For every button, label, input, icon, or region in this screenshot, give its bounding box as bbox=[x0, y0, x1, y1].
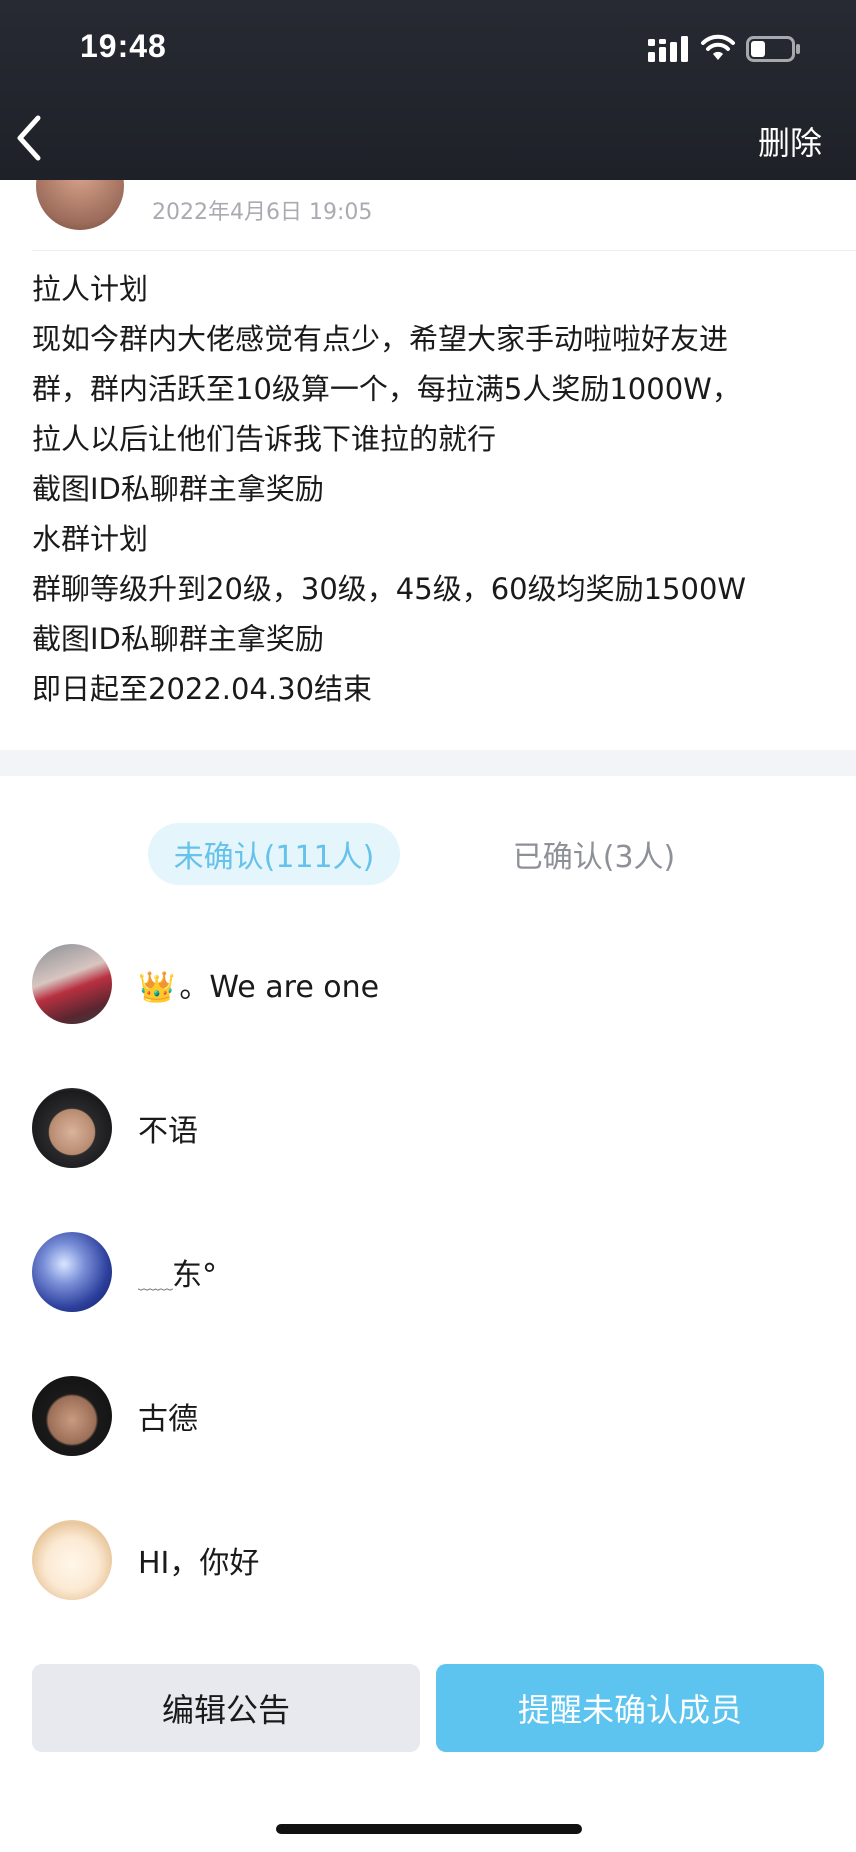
announcement-line: 拉人以后让他们告诉我下谁拉的就行 bbox=[32, 422, 497, 456]
author-avatar bbox=[36, 180, 124, 230]
avatar bbox=[32, 944, 112, 1024]
member-name: 👑 。We are one bbox=[138, 970, 380, 1005]
member-row[interactable]: 👑 。We are one bbox=[32, 944, 822, 1024]
announcement-line: 拉人计划 bbox=[32, 272, 149, 306]
remind-unconfirmed-button[interactable]: 提醒未确认成员 bbox=[436, 1664, 824, 1752]
announcement-line: 现如今群内大佬感觉有点少，希望大家手动啦啦好友进 bbox=[32, 322, 729, 356]
member-name: ﹏﹏东° bbox=[138, 1257, 217, 1294]
avatar bbox=[32, 1232, 112, 1312]
announcement-line: 截图ID私聊群主拿奖励 bbox=[32, 472, 324, 506]
member-row[interactable]: ﹏﹏东° bbox=[32, 1232, 822, 1312]
avatar bbox=[32, 1520, 112, 1600]
member-name: HI，你好 bbox=[138, 1546, 260, 1581]
member-name: 古德 bbox=[138, 1402, 198, 1437]
crown-icon: 👑 bbox=[138, 970, 176, 1005]
back-button[interactable] bbox=[6, 110, 52, 166]
announcement-line: 水群计划 bbox=[32, 522, 149, 556]
edit-announcement-button[interactable]: 编辑公告 bbox=[32, 1664, 420, 1752]
post-date: 2022年4月6日 19:05 bbox=[152, 200, 373, 225]
announcement-line: 即日起至2022.04.30结束 bbox=[32, 672, 373, 706]
avatar bbox=[32, 1376, 112, 1456]
home-indicator[interactable] bbox=[276, 1824, 582, 1834]
chevron-left-icon bbox=[17, 115, 41, 161]
member-row[interactable]: 古德 bbox=[32, 1376, 822, 1456]
tab-unconfirmed[interactable]: 未确认(111人) bbox=[148, 823, 400, 885]
section-separator bbox=[0, 750, 856, 776]
cellular-signal-icon bbox=[648, 36, 688, 62]
divider bbox=[32, 250, 856, 251]
announcement-line: 截图ID私聊群主拿奖励 bbox=[32, 622, 324, 656]
announcement-line: 群，群内活跃至10级算一个，每拉满5人奖励1000W， bbox=[32, 372, 741, 406]
wifi-icon bbox=[701, 34, 735, 60]
status-time: 19:48 bbox=[80, 28, 167, 64]
member-name: 不语 bbox=[138, 1114, 198, 1149]
tab-confirmed[interactable]: 已确认(3人) bbox=[474, 823, 714, 885]
announcement-line: 群聊等级升到20级，30级，45级，60级均奖励1500W bbox=[32, 572, 747, 606]
avatar bbox=[32, 1088, 112, 1168]
member-row[interactable]: HI，你好 bbox=[32, 1520, 822, 1600]
battery-icon bbox=[746, 36, 800, 62]
nav-header: 19:48 删除 bbox=[0, 0, 856, 180]
delete-button[interactable]: 删除 bbox=[758, 118, 822, 164]
announcement-body: 拉人计划 现如今群内大佬感觉有点少，希望大家手动啦啦好友进 群，群内活跃至10级… bbox=[32, 264, 832, 714]
announcement-card: 2022年4月6日 19:05 拉人计划 现如今群内大佬感觉有点少，希望大家手动… bbox=[0, 180, 856, 750]
member-row[interactable]: 不语 bbox=[32, 1088, 822, 1168]
